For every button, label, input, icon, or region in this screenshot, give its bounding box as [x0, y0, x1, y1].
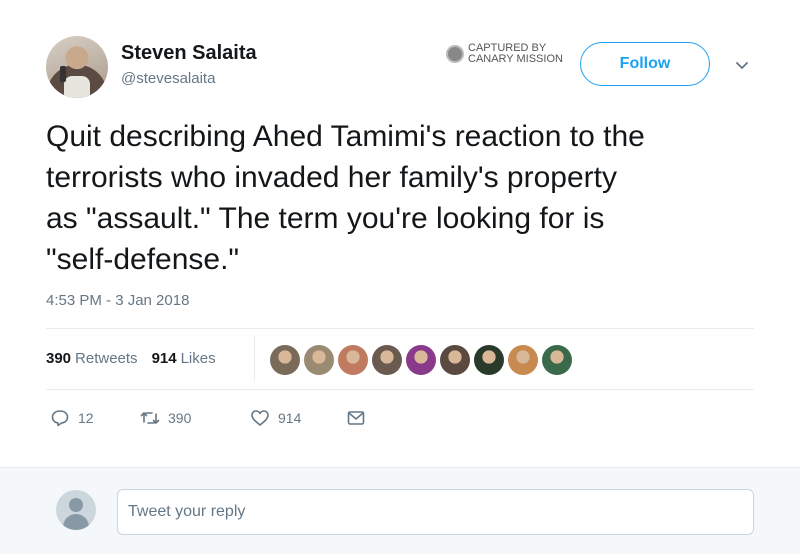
liker-avatar[interactable] [474, 345, 504, 375]
tweet-card: Steven Salaita @stevesalaita CAPTURED BY… [0, 0, 800, 467]
likes-label: Likes [180, 350, 216, 367]
divider [46, 328, 754, 329]
follow-button[interactable]: Follow [580, 42, 710, 86]
likes-stat[interactable]: 914 Likes [152, 350, 216, 367]
avatar-shirt [64, 76, 90, 98]
liker-avatar[interactable] [508, 345, 538, 375]
retweets-count: 390 [46, 350, 72, 367]
retweet-icon [140, 412, 160, 424]
liker-avatar[interactable] [372, 345, 402, 375]
retweet-action[interactable]: 390 [140, 408, 250, 428]
reply-icon [51, 410, 69, 427]
liker-avatar[interactable] [440, 345, 470, 375]
likes-count: 914 [151, 350, 177, 367]
reply-action[interactable]: 12 [50, 408, 140, 428]
liker-avatar[interactable] [406, 345, 436, 375]
retweets-label: Retweets [75, 350, 138, 367]
liker-avatars [270, 345, 572, 375]
envelope-icon [347, 411, 365, 425]
tweet-text: Quit describing Ahed Tamimi's reaction t… [46, 120, 645, 276]
like-action[interactable]: 914 [250, 408, 346, 428]
tweet-actions: 12 390 914 [50, 408, 366, 428]
liker-avatar[interactable] [338, 345, 368, 375]
retweets-stat[interactable]: 390 Retweets [46, 350, 138, 367]
liker-avatar[interactable] [270, 345, 300, 375]
heart-icon [251, 410, 269, 426]
user-avatar[interactable] [46, 36, 108, 98]
watermark: CAPTURED BY CANARY MISSION [446, 43, 563, 65]
tweet-stats: 390 Retweets 914 Likes [46, 350, 216, 367]
retweet-count: 390 [168, 410, 192, 426]
reply-area [0, 467, 800, 554]
avatar-head [69, 498, 83, 512]
watermark-line2: CANARY MISSION [468, 53, 563, 65]
stats-separator [254, 336, 255, 381]
liker-avatar[interactable] [542, 345, 572, 375]
chevron-down-icon[interactable] [733, 56, 751, 74]
display-name[interactable]: Steven Salaita [121, 42, 257, 65]
reply-count: 12 [78, 410, 94, 426]
canary-logo-icon [446, 45, 464, 63]
liker-avatar[interactable] [304, 345, 334, 375]
tweet-timestamp[interactable]: 4:53 PM - 3 Jan 2018 [46, 292, 189, 309]
avatar-microphone [60, 66, 66, 82]
user-handle[interactable]: @stevesalaita [121, 70, 215, 87]
reply-input[interactable] [117, 489, 754, 535]
avatar-body [63, 514, 89, 530]
watermark-text: CAPTURED BY CANARY MISSION [468, 43, 563, 65]
divider [46, 389, 754, 390]
like-count: 914 [278, 410, 302, 426]
direct-message-action[interactable] [346, 408, 366, 428]
current-user-avatar [56, 490, 96, 530]
